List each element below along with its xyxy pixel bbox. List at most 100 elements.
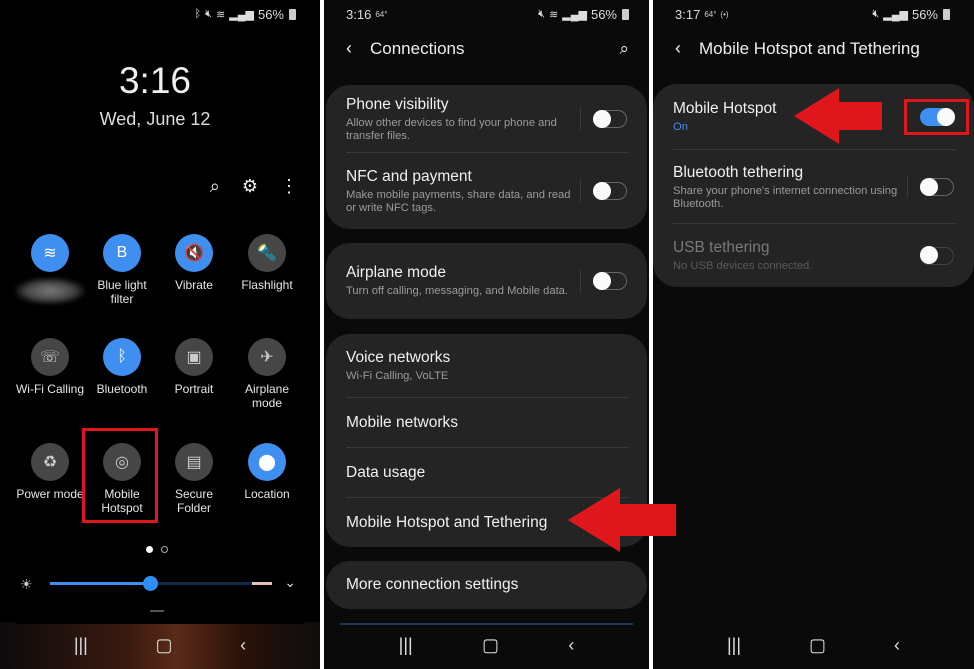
signal-icon: ▂▄▆ — [562, 8, 587, 21]
back-button[interactable]: ‹ — [894, 635, 900, 656]
more-options-icon[interactable]: ⋮ — [280, 176, 298, 197]
signal-icon: ▂▄▆ — [883, 8, 908, 21]
home-button[interactable]: ▢ — [155, 635, 172, 656]
recents-button[interactable]: ||| — [727, 635, 741, 656]
airplane-icon: ✈ — [248, 338, 286, 376]
tile-label: Power mode — [16, 487, 84, 501]
setting-subtitle: Make mobile payments, share data, and re… — [346, 188, 571, 214]
secure-folder-icon: ▤ — [175, 443, 213, 481]
brightness-icon: ☀ — [20, 576, 33, 592]
page-title: Mobile Hotspot and Tethering — [699, 38, 920, 58]
home-button[interactable]: ▢ — [809, 635, 826, 656]
app-bar: ‹ Connections ⌕ — [346, 38, 629, 59]
flashlight-icon: 🔦 — [248, 234, 286, 272]
nav-bar: ||| ▢ ‹ — [324, 621, 649, 669]
setting-airplane-mode[interactable]: Airplane mode Turn off calling, messaging… — [326, 243, 647, 319]
bluetooth-tethering-toggle[interactable] — [919, 177, 954, 196]
setting-phone-visibility[interactable]: Phone visibility Allow other devices to f… — [326, 85, 647, 153]
setting-title: NFC and payment — [346, 167, 472, 185]
nav-bar: ||| ▢ ‹ — [0, 621, 320, 669]
status-time: 3:16 — [346, 6, 372, 22]
page-indicator — [146, 546, 168, 553]
search-icon[interactable]: ⌕ — [210, 176, 220, 197]
app-bar: ‹ Mobile Hotspot and Tethering — [675, 38, 954, 59]
tile-label: Bluetooth — [96, 382, 148, 396]
battery-percent: 56% — [590, 6, 617, 22]
page-dot-1[interactable] — [146, 546, 153, 553]
quick-tile-blue-light-filter[interactable]: B Blue light filter — [86, 234, 158, 306]
quick-tile-vibrate[interactable]: 🔇 Vibrate — [158, 234, 230, 292]
tile-label: Secure Folder — [174, 487, 214, 515]
recents-button[interactable]: ||| — [399, 635, 413, 656]
quick-tile-location[interactable]: ⬤ Location — [231, 443, 303, 501]
setting-nfc-payment[interactable]: NFC and payment Make mobile payments, sha… — [326, 153, 647, 229]
setting-title: Bluetooth tethering — [673, 163, 804, 181]
setting-more-connection[interactable]: More connection settings — [326, 561, 647, 609]
brightness-fill — [50, 582, 150, 585]
annotation-arrow-hotspot-tethering — [568, 488, 676, 552]
airplane-mode-toggle[interactable] — [592, 271, 627, 290]
blue-light-filter-icon: B — [103, 234, 141, 272]
tile-label: Portrait — [174, 382, 214, 396]
quick-tile-bluetooth[interactable]: ᛒ Bluetooth — [86, 338, 158, 396]
tile-label: Location — [244, 487, 290, 501]
quick-tile-wifi[interactable]: ≋ — [14, 234, 86, 304]
brightness-warm-segment — [252, 582, 272, 585]
battery-icon — [622, 8, 629, 20]
nav-bar: ||| ▢ ‹ — [653, 621, 974, 669]
setting-title: Airplane mode — [346, 264, 446, 281]
quick-tile-power-mode[interactable]: ♻ Power mode — [14, 443, 86, 501]
setting-subtitle: Turn off calling, messaging, and Mobile … — [346, 285, 569, 297]
page-dot-2[interactable] — [161, 546, 168, 553]
back-arrow-icon[interactable]: ‹ — [675, 38, 681, 59]
setting-usb-tethering: USB tethering No USB devices connected. — [653, 224, 974, 287]
highlight-box-mobile-hotspot — [82, 428, 158, 523]
quick-tile-wi-fi-calling[interactable]: ☏ Wi-Fi Calling — [14, 338, 86, 396]
quick-panel-screen: ᛒ 🔇︎ ≋ ▂▄▆ 56% 3:16 Wed, June 12 ⌕ ⚙ ⋮ ≋… — [0, 0, 320, 669]
battery-icon — [289, 8, 296, 20]
setting-mobile-networks[interactable]: Mobile networks — [326, 398, 647, 448]
nfc-toggle[interactable] — [592, 181, 627, 200]
gear-icon[interactable]: ⚙ — [242, 176, 258, 197]
status-bar: ᛒ 🔇︎ ≋ ▂▄▆ 56% — [194, 5, 296, 23]
phone-visibility-toggle[interactable] — [592, 109, 627, 128]
setting-title: More connection settings — [346, 576, 519, 593]
page-title: Connections — [370, 38, 465, 58]
tile-label: Vibrate — [175, 278, 213, 292]
status-time: 3:17 — [675, 6, 701, 22]
bluetooth-icon: ᛒ — [194, 8, 202, 20]
power-mode-icon: ♻ — [31, 443, 69, 481]
brightness-thumb[interactable] — [142, 576, 158, 591]
setting-subtitle: Share your phone's internet connection u… — [673, 184, 898, 210]
mute-vibrate-icon: 🔇︎ — [872, 7, 880, 20]
status-temp: 64° — [704, 9, 717, 19]
usb-tethering-toggle — [919, 246, 954, 265]
quick-tile-airplane-mode[interactable]: ✈ Airplane mode — [231, 338, 303, 410]
setting-bluetooth-tethering[interactable]: Bluetooth tethering Share your phone's in… — [653, 150, 974, 224]
drag-handle[interactable] — [150, 610, 164, 612]
back-arrow-icon[interactable]: ‹ — [346, 38, 352, 59]
setting-subtitle: Wi-Fi Calling, VoLTE — [346, 370, 449, 382]
quick-tile-portrait[interactable]: ▣ Portrait — [158, 338, 230, 396]
brightness-slider[interactable] — [50, 576, 272, 591]
setting-subtitle: No USB devices connected. — [673, 259, 813, 272]
setting-title: Data usage — [346, 464, 426, 481]
setting-title: Voice networks — [346, 349, 451, 366]
chevron-down-icon[interactable]: ⌄ — [284, 574, 296, 591]
back-button[interactable]: ‹ — [568, 635, 574, 656]
home-button[interactable]: ▢ — [482, 635, 499, 656]
quick-tile-flashlight[interactable]: 🔦 Flashlight — [231, 234, 303, 292]
search-icon[interactable]: ⌕ — [619, 39, 629, 59]
setting-voice-networks[interactable]: Voice networks Wi-Fi Calling, VoLTE — [326, 334, 647, 398]
recents-button[interactable]: ||| — [74, 635, 88, 656]
setting-title: Phone visibility — [346, 95, 449, 113]
wifi-icon: ≋ — [31, 234, 69, 272]
tile-label: Wi-Fi Calling — [15, 382, 84, 396]
setting-subtitle: Allow other devices to find your phone a… — [346, 116, 557, 142]
back-button[interactable]: ‹ — [240, 635, 246, 656]
quick-tile-secure-folder[interactable]: ▤ Secure Folder — [158, 443, 230, 515]
mute-vibrate-icon: 🔇︎ — [205, 7, 213, 20]
quick-panel: ᛒ 🔇︎ ≋ ▂▄▆ 56% 3:16 Wed, June 12 ⌕ ⚙ ⋮ ≋… — [0, 0, 320, 624]
setting-title: USB tethering — [673, 238, 770, 256]
mute-vibrate-icon: 🔇︎ — [538, 7, 546, 20]
